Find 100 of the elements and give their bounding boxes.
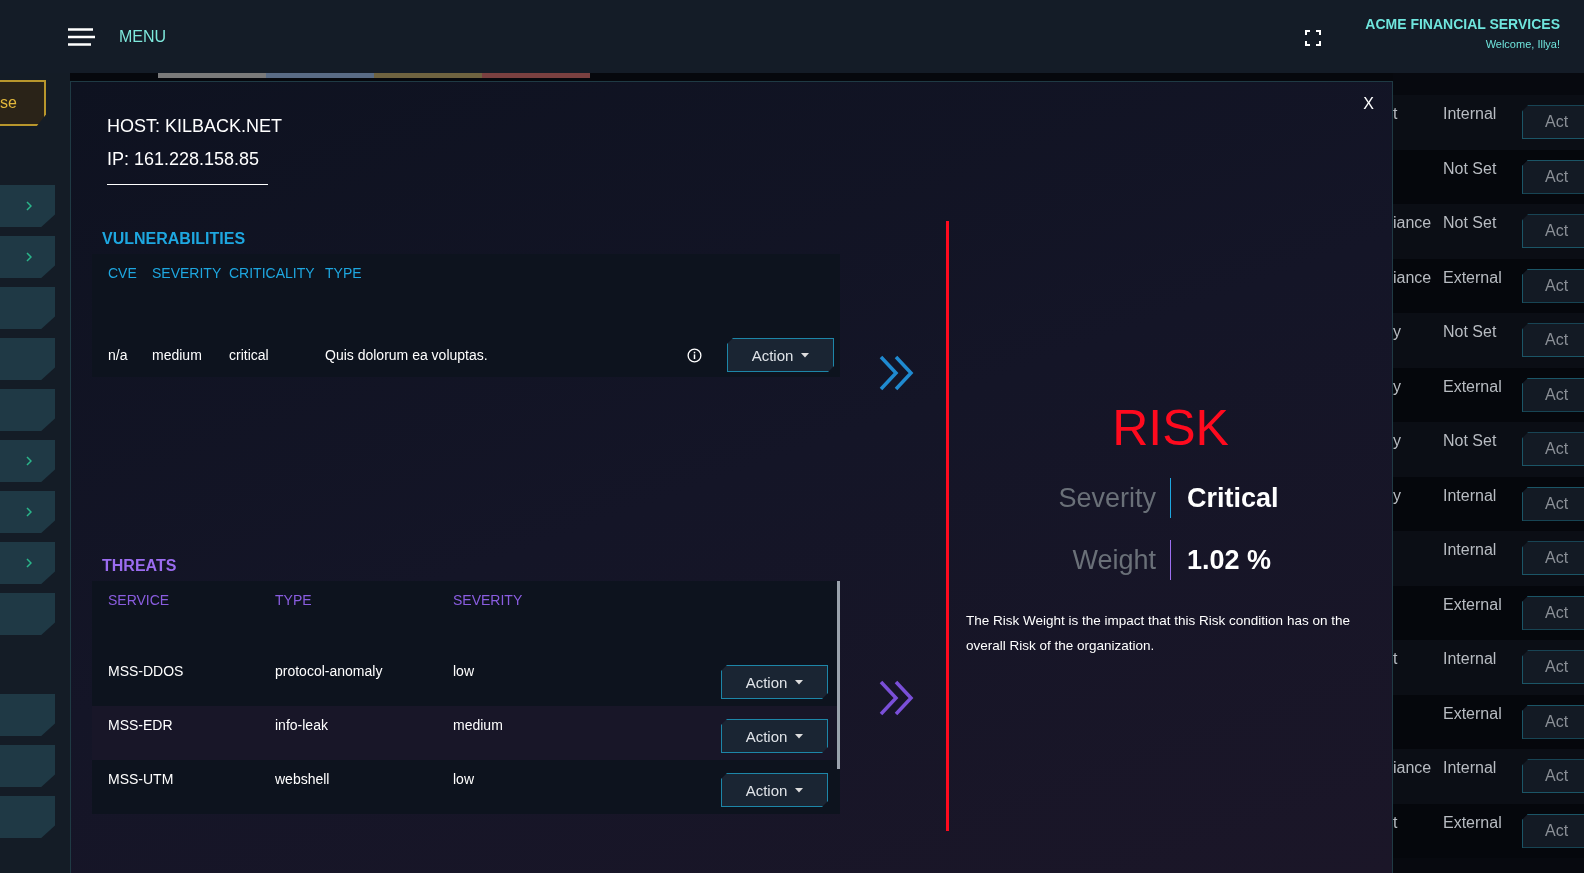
chevron-icon <box>26 252 32 262</box>
clipped-button[interactable]: Act <box>1522 159 1584 194</box>
clipped-button[interactable]: Act <box>1522 704 1584 739</box>
column-header: CVE <box>108 265 138 281</box>
table-cell-text: Not Set <box>1443 214 1498 233</box>
table-cell-text: webshell <box>275 771 331 787</box>
column-header: SEVERITY <box>453 592 524 608</box>
column-header: TYPE <box>275 592 313 608</box>
table-cell-text: critical <box>229 347 270 363</box>
caret-icon <box>795 679 804 685</box>
double-chevron-icon <box>878 679 916 717</box>
table-cell-text: Internal <box>1443 759 1498 778</box>
table-cell-text: MSS-EDR <box>108 717 174 733</box>
chevron-icon <box>26 456 32 466</box>
table-cell-text: External <box>1443 595 1503 614</box>
chevron-icon <box>26 507 32 517</box>
caret-icon <box>795 733 804 739</box>
table-cell: iance <box>1393 759 1432 777</box>
sidebar-tab[interactable] <box>0 542 55 584</box>
sidebar-tab[interactable] <box>0 440 55 482</box>
table-cell-text: Not Set <box>1443 323 1498 342</box>
welcome-text: Welcome, Illya! <box>1485 37 1560 50</box>
menu-label[interactable]: MENU <box>119 27 167 46</box>
action-dropdown-button[interactable]: Action <box>721 719 828 753</box>
caret-icon <box>795 787 804 793</box>
table-cell-text: n/a <box>108 347 129 363</box>
action-dropdown-button[interactable]: Action <box>727 338 834 372</box>
clipped-button[interactable]: Act <box>1522 377 1584 412</box>
column-header: CRITICALITY <box>229 265 316 281</box>
sidebar-tab[interactable] <box>0 491 55 533</box>
sidebar-tab[interactable] <box>0 185 55 227</box>
clipped-button[interactable]: Act <box>1522 214 1584 249</box>
action-dropdown-button[interactable]: Action <box>721 773 828 807</box>
clipped-button[interactable]: Act <box>1522 759 1584 794</box>
sidebar-tab[interactable] <box>0 745 55 787</box>
severity-label: Severity <box>1057 482 1156 514</box>
fullscreen-icon[interactable] <box>1305 29 1322 46</box>
sidebar-button[interactable]: se <box>0 80 46 126</box>
table-cell: low <box>453 663 474 679</box>
close-button[interactable]: X <box>1363 95 1374 113</box>
table-cell: medium <box>453 717 503 733</box>
clipped-button[interactable]: Act <box>1522 486 1584 521</box>
table-cell-text: protocol-anomaly <box>275 663 384 679</box>
table-cell: t <box>1393 650 1398 668</box>
column-header: TYPE <box>325 265 363 281</box>
table-cell: iance <box>1393 214 1432 232</box>
risk-description: The Risk Weight is the impact that this Risk condition has on the overall Risk of the organization. <box>966 612 1351 655</box>
company-name: ACME FINANCIAL SERVICES <box>1365 15 1560 32</box>
menu-icon[interactable] <box>67 27 95 46</box>
double-chevron-icon <box>878 354 916 392</box>
sidebar-tab[interactable] <box>0 338 55 380</box>
table-cell-text: Not Set <box>1443 432 1498 451</box>
table-cell: y <box>1393 486 1401 504</box>
sidebar-tab[interactable] <box>0 796 55 838</box>
chevron-icon <box>26 558 32 568</box>
clipped-button[interactable]: Act <box>1522 541 1584 576</box>
clipped-button[interactable]: Act <box>1522 813 1584 848</box>
clipped-button[interactable]: Act <box>1522 595 1584 630</box>
sidebar-tab[interactable] <box>0 236 55 278</box>
table-cell: iance <box>1393 268 1432 286</box>
clipped-button[interactable]: Act <box>1522 268 1584 303</box>
caret-icon <box>801 352 810 358</box>
section-title: VULNERABILITIES <box>101 230 247 248</box>
sidebar-tab[interactable] <box>0 287 55 329</box>
table-cell-text: MSS-UTM <box>108 771 175 787</box>
ip-text: IP: 161.228.158.85 <box>107 148 261 171</box>
table-cell-text: medium <box>152 347 203 363</box>
clipped-button[interactable]: Act <box>1522 650 1584 685</box>
table-cell-text: Internal <box>1443 486 1498 505</box>
section-title: THREATS <box>101 557 178 575</box>
action-dropdown-button[interactable]: Action <box>721 665 828 699</box>
table-cell: low <box>453 771 474 787</box>
sidebar-tab[interactable] <box>0 694 55 736</box>
sidebar-tab[interactable] <box>0 593 55 635</box>
table-cell-text: info-leak <box>275 717 329 733</box>
sidebar-tab[interactable] <box>0 389 55 431</box>
table-cell-text: Internal <box>1443 105 1498 124</box>
weight-value: 1.02 % <box>1186 544 1273 576</box>
weight-label: Weight <box>1071 544 1156 576</box>
table-cell-text: External <box>1443 377 1503 396</box>
table-cell: Quis dolorum ea voluptas. <box>325 347 488 363</box>
table-cell-text: Internal <box>1443 541 1498 560</box>
table-cell-text: Not Set <box>1443 159 1498 178</box>
table-cell: y <box>1393 323 1401 341</box>
table-cell-text: External <box>1443 704 1503 723</box>
table-cell: t <box>1393 813 1398 831</box>
clipped-button[interactable]: Act <box>1522 105 1584 140</box>
clipped-button[interactable]: Act <box>1522 432 1584 467</box>
table-cell: y <box>1393 377 1401 395</box>
clipped-button[interactable]: Act <box>1522 323 1584 358</box>
column-header: SERVICE <box>108 592 171 608</box>
table-cell: t <box>1393 105 1398 123</box>
info-icon[interactable] <box>687 347 702 363</box>
host-text: HOST: KILBACK.NET <box>107 115 284 138</box>
severity-value: Critical <box>1186 482 1280 514</box>
table-cell-text: Internal <box>1443 650 1498 669</box>
risk-title: RISK <box>1112 399 1229 458</box>
table-cell-text: External <box>1443 813 1503 832</box>
table-cell-text: External <box>1443 268 1503 287</box>
table-cell: y <box>1393 432 1401 450</box>
